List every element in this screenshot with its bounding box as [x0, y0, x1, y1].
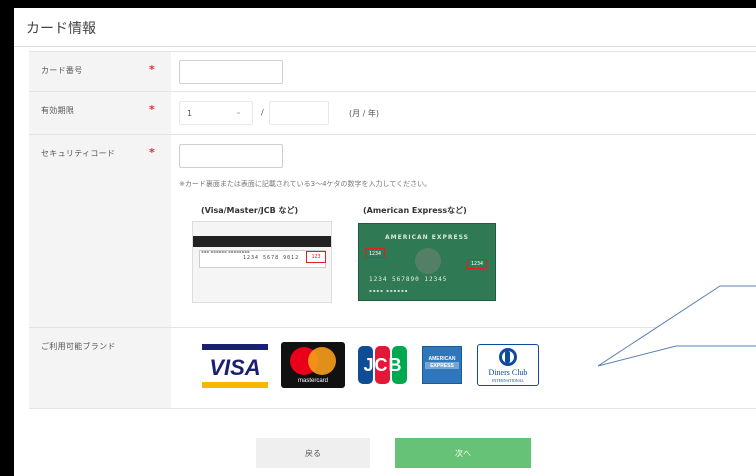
card-number-label-cell: カード番号 *	[29, 52, 171, 91]
security-code-label-cell: セキュリティコード *	[29, 135, 171, 327]
page: カード情報 カード番号 * 有効期限 * 1 ⌄ / (月 / 年) セキュリテ…	[14, 8, 756, 476]
back-button[interactable]: 戻る	[256, 438, 370, 468]
example-caption-visa: (Visa/Master/JCB など)	[201, 206, 299, 215]
signature-strip-fineprint: ▪▪▪ ▪▪▪▪▪▪ ▪▪▪▪▪▪▪▪	[201, 249, 250, 254]
example-caption-amex: (American Expressなど)	[363, 206, 467, 215]
centurion-portrait	[415, 248, 441, 274]
amex-front-example-image: AMERICAN EXPRESS 1234 1234 1234 567890 1…	[358, 223, 496, 301]
card-number-label: カード番号	[41, 66, 83, 75]
expiry-unit: (月 / 年)	[349, 109, 380, 118]
amex-card-number: 1234 567890 12345	[369, 276, 448, 283]
expiry-month-value: 1	[187, 109, 193, 118]
card-number-row: カード番号 *	[29, 52, 756, 92]
expiry-label: 有効期限	[41, 106, 75, 115]
expiry-label-cell: 有効期限 *	[29, 92, 171, 134]
required-mark: *	[149, 103, 155, 116]
mastercard-orange-circle	[308, 347, 336, 375]
expiry-row: 有効期限 * 1 ⌄ / (月 / 年)	[29, 92, 756, 135]
required-mark: *	[149, 146, 155, 159]
amex-fineprint: ▪▪▪▪ ▪▪▪▪▪▪	[369, 288, 409, 293]
card-number-input[interactable]	[179, 60, 283, 84]
diners-subtext: INTERNATIONAL	[492, 378, 524, 383]
visa-logo: VISA	[202, 344, 268, 388]
security-code-note: ※カード裏面または表面に記載されている3〜4ケタの数字を入力してください。	[179, 180, 432, 188]
card-back-example-image: ▪▪▪ ▪▪▪▪▪▪ ▪▪▪▪▪▪▪▪ 1234 5678 9012 123	[192, 221, 332, 303]
expiry-separator: /	[261, 108, 264, 117]
amex-logo: AMERICAN EXPRESS	[422, 346, 462, 384]
speech-bubble-callout	[598, 285, 756, 367]
chevron-down-icon: ⌄	[235, 107, 242, 116]
visa-wordmark: VISA	[209, 355, 261, 380]
security-code-label: セキュリティコード	[41, 149, 116, 158]
required-mark: *	[149, 63, 155, 76]
visa-top-band	[202, 344, 268, 350]
diners-wordmark: Diners Club	[488, 368, 528, 377]
mastercard-wordmark: mastercard	[297, 378, 328, 384]
cid-highlight-left: 1234	[365, 248, 385, 258]
card-back-digits: 1234 5678 9012	[243, 255, 300, 261]
diners-circle-inner	[505, 351, 510, 363]
expiry-year-input[interactable]	[269, 101, 329, 125]
page-title: カード情報	[26, 21, 96, 37]
jcb-wordmark: JCB	[363, 355, 403, 375]
expiry-month-select[interactable]: 1 ⌄	[179, 101, 253, 125]
jcb-logo: JCB	[358, 346, 408, 384]
cid-highlight-right: 1234	[467, 259, 487, 269]
cvv-highlight: 123	[306, 251, 326, 263]
mastercard-logo: mastercard	[281, 342, 345, 388]
amex-wordmark: AMERICAN EXPRESS	[428, 356, 456, 369]
next-button[interactable]: 次へ	[395, 438, 531, 468]
security-code-input[interactable]	[179, 144, 283, 168]
title-divider	[14, 46, 756, 47]
amex-brand-text: AMERICAN EXPRESS	[385, 234, 469, 241]
magnetic-stripe	[193, 236, 331, 247]
brands-label: ご利用可能ブランド	[41, 342, 116, 351]
visa-bottom-band	[202, 382, 268, 388]
diners-club-logo: Diners Club INTERNATIONAL	[477, 344, 539, 386]
brands-label-cell: ご利用可能ブランド	[29, 328, 171, 408]
